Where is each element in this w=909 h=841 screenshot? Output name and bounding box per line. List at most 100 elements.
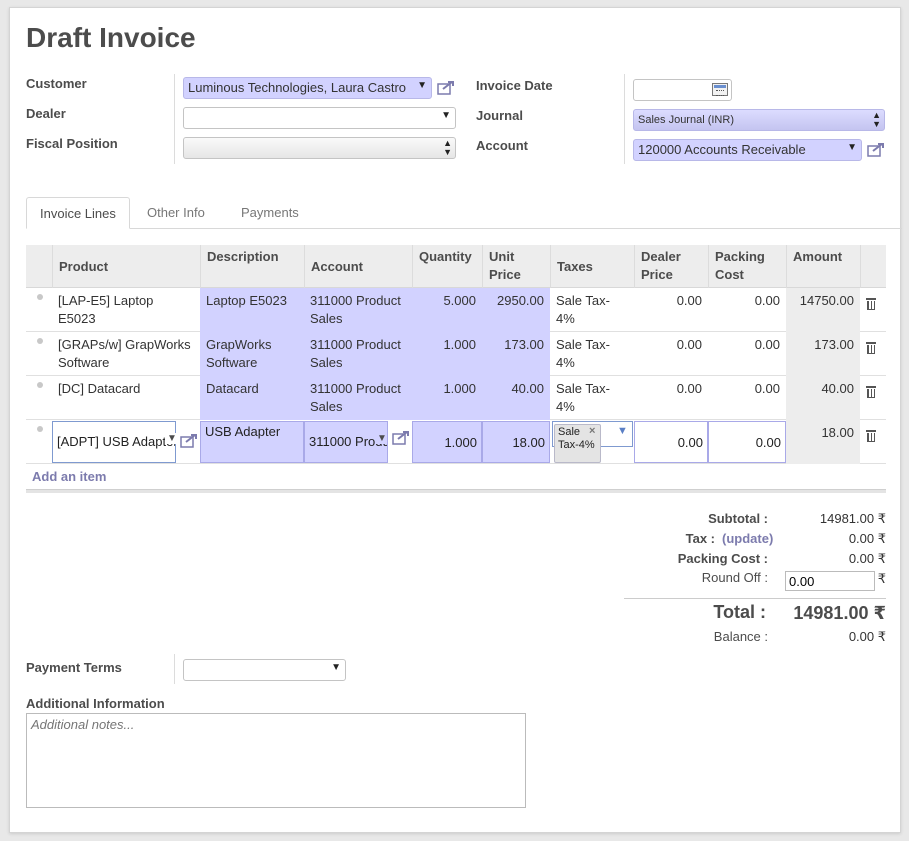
cell-amount: 173.00 [786,332,860,376]
round-off-input[interactable] [785,571,875,591]
cell-account: 311000 Product Sales [304,332,412,376]
col-header-amount[interactable]: Amount [786,245,860,288]
balance-value: 0.00 ₹ [848,629,886,644]
table-row[interactable]: [DC] Datacard Datacard 311000 Product Sa… [26,376,886,420]
page-title: Draft Invoice [26,22,196,53]
customer-select[interactable]: Luminous Technologies, Laura Castro ▼ [183,77,432,99]
col-header-dealer-price[interactable]: Dealer Price [634,245,708,288]
dealer-select[interactable]: ▼ [183,107,456,129]
cell-quantity: 5.000 [412,288,482,332]
cell-amount: 14750.00 [786,288,860,332]
table-row[interactable]: [GRAPs/w] GrapWorks Software GrapWorks S… [26,332,886,376]
cell-dealer-price: 0.00 [676,337,702,352]
fiscal-position-label: Fiscal Position [26,136,118,151]
product-input[interactable]: [ADPT] USB Adapter [52,421,176,463]
cell-amount: 18.00 [786,420,860,464]
packing-cost-input-value: 0.00 [755,435,781,450]
packing-cost-input[interactable]: 0.00 [708,421,786,463]
trash-icon[interactable] [866,297,876,310]
invoice-form-sheet: Draft Invoice Customer Dealer Fiscal Pos… [9,7,902,833]
payment-terms-separator [174,654,175,684]
updown-icon: ▲ ▼ [872,110,881,129]
customer-value: Luminous Technologies, Laura Castro [188,80,407,95]
drag-handle-icon[interactable] [37,294,43,300]
col-header-packing-cost[interactable]: Packing Cost [708,245,786,288]
col-header-taxes[interactable]: Taxes [550,245,634,288]
external-link-icon[interactable] [437,80,455,96]
subtotal-label: Subtotal : [708,511,768,526]
external-link-icon[interactable] [392,430,410,446]
dealer-label: Dealer [26,106,66,121]
cell-description: Datacard [200,376,304,420]
cell-description: Laptop E5023 [200,288,304,332]
cell-packing-cost: 0.00 [754,381,780,396]
chevron-down-icon: ▼ [441,110,451,121]
cell-unit-price: 2950.00 [482,288,550,332]
packing-cost-label: Packing Cost : [677,551,768,566]
external-link-icon[interactable] [867,142,885,158]
chevron-down-icon: ▼ [331,662,341,673]
quantity-input[interactable]: 1.000 [412,421,482,463]
tab-invoice-lines[interactable]: Invoice Lines [26,197,130,229]
tax-value: 0.00 ₹ [848,531,886,546]
cell-taxes: Sale Tax-4% [556,381,610,414]
round-off-currency: ₹ [877,571,886,586]
journal-select[interactable]: Sales Journal (INR) ▲ ▼ [633,109,885,131]
total-label: Total : [713,602,766,622]
invoice-date-label: Invoice Date [476,78,553,93]
col-header-product[interactable]: Product [52,245,200,288]
drag-handle-icon[interactable] [37,338,43,344]
cell-description: GrapWorks Software [200,332,304,376]
tab-payments[interactable]: Payments [228,197,312,229]
chevron-down-icon[interactable]: ▼ [375,433,387,444]
tab-other-info[interactable]: Other Info [134,197,218,229]
cell-quantity: 1.000 [412,332,482,376]
account-label: Account [476,138,528,153]
total-divider [624,598,886,599]
product-input-value: [ADPT] USB Adapter [57,434,176,449]
description-textarea[interactable]: USB Adapter [200,421,304,463]
account-value: 120000 Accounts Receivable [638,142,806,157]
right-group-separator [624,74,625,164]
tax-update-link[interactable]: (update) [722,531,773,546]
trash-icon[interactable] [866,429,876,442]
cell-account: 311000 Product Sales [304,288,412,332]
col-header-unit-price[interactable]: Unit Price [482,245,550,288]
unit-price-input[interactable]: 18.00 [482,421,550,463]
col-header-description[interactable]: Description [200,245,304,288]
col-header-account[interactable]: Account [304,245,412,288]
payment-terms-select[interactable]: ▼ [183,659,346,681]
balance-label: Balance : [713,629,768,644]
drag-handle-icon[interactable] [37,382,43,388]
total-value: 14981.00 ₹ [793,603,886,623]
close-icon[interactable]: × [589,425,595,437]
cell-taxes: Sale Tax-4% [556,293,610,326]
left-group-separator [174,74,175,164]
chevron-down-icon[interactable]: ▼ [165,433,177,444]
table-row[interactable]: [LAP-E5] Laptop E5023 Laptop E5023 31100… [26,288,886,332]
external-link-icon[interactable] [180,433,198,449]
chevron-down-icon[interactable]: ▼ [617,425,628,437]
cell-product: [LAP-E5] Laptop E5023 [58,293,154,326]
cell-account: 311000 Product Sales [304,376,412,420]
cell-unit-price: 173.00 [482,332,550,376]
cell-packing-cost: 0.00 [754,293,780,308]
additional-notes-textarea[interactable] [26,713,526,808]
chevron-down-icon: ▼ [847,142,857,153]
cell-product: [DC] Datacard [58,381,141,396]
cell-dealer-price: 0.00 [676,381,702,396]
account-select[interactable]: 120000 Accounts Receivable ▼ [633,139,862,161]
trash-icon[interactable] [866,341,876,354]
col-header-quantity[interactable]: Quantity [412,245,482,288]
cell-taxes: Sale Tax-4% [556,337,610,370]
calendar-icon[interactable] [712,83,728,96]
fiscal-position-select[interactable]: ▲ ▼ [183,137,456,159]
add-item-link[interactable]: Add an item [32,469,106,484]
trash-icon[interactable] [866,385,876,398]
drag-handle-icon[interactable] [37,426,43,432]
journal-value: Sales Journal (INR) [638,114,734,126]
dealer-price-input[interactable]: 0.00 [634,421,708,463]
table-row-editing[interactable]: [ADPT] USB Adapter ▼ USB Adapter 311000 … [26,420,886,464]
table-header: Product Description Account Quantity Uni… [26,245,886,288]
table-footer-divider [26,489,886,493]
